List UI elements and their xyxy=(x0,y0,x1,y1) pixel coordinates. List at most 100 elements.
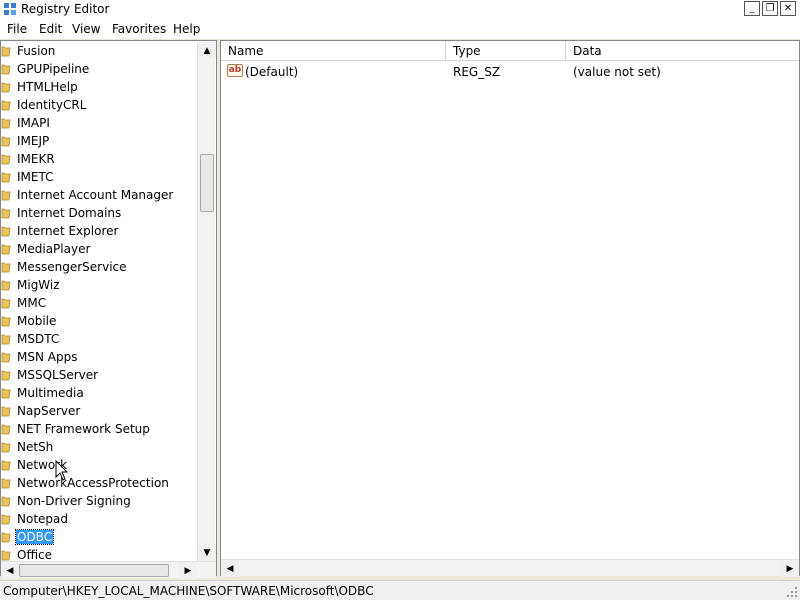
tree-item-label: Mobile xyxy=(17,314,57,328)
tree-item[interactable]: IMEKR xyxy=(1,150,197,168)
minimize-button[interactable]: _ xyxy=(744,1,760,16)
arrow-right-icon: ▶ xyxy=(786,563,794,574)
tree-item[interactable]: Internet Domains xyxy=(1,204,197,222)
tree-item[interactable]: Multimedia xyxy=(1,384,197,402)
resize-grip-icon[interactable] xyxy=(786,586,798,598)
tree-item[interactable]: GPUPipeline xyxy=(1,60,197,78)
scroll-up-button[interactable]: ▲ xyxy=(198,42,216,59)
folder-icon xyxy=(1,100,11,111)
tree-item[interactable]: NET Framework Setup xyxy=(1,420,197,438)
tree-item-label: NET Framework Setup xyxy=(17,422,150,436)
value-row[interactable]: ab (Default) REG_SZ (value not set) xyxy=(221,62,799,80)
scroll-left-button[interactable]: ◀ xyxy=(221,560,239,577)
scroll-thumb[interactable] xyxy=(19,564,169,577)
tree-item[interactable]: IMEJP xyxy=(1,132,197,150)
tree-item[interactable]: HTMLHelp xyxy=(1,78,197,96)
scroll-right-button[interactable]: ▶ xyxy=(781,560,799,577)
folder-icon xyxy=(1,532,11,543)
tree-item[interactable]: MMC xyxy=(1,294,197,312)
menu-help[interactable]: Help xyxy=(173,22,200,36)
scroll-right-button[interactable]: ▶ xyxy=(179,562,197,579)
tree-item[interactable]: MediaPlayer xyxy=(1,240,197,258)
value-type: REG_SZ xyxy=(453,65,501,79)
folder-icon xyxy=(1,118,11,129)
restore-button[interactable]: ❐ xyxy=(762,1,778,16)
tree-horizontal-scrollbar[interactable]: ◀ ▶ xyxy=(1,561,216,579)
tree-item[interactable]: MSN Apps xyxy=(1,348,197,366)
scroll-left-button[interactable]: ◀ xyxy=(1,562,19,579)
scroll-down-button[interactable]: ▼ xyxy=(198,544,216,561)
tree-item[interactable]: MessengerService xyxy=(1,258,197,276)
tree-item-label: NapServer xyxy=(17,404,81,418)
tree-item[interactable]: ODBC xyxy=(1,528,197,546)
folder-icon xyxy=(1,280,11,291)
tree-item-label: IMEKR xyxy=(17,152,55,166)
key-tree[interactable]: Fusion GPUPipeline HTMLHelp IdentityCRL IMAP… xyxy=(1,42,197,562)
folder-icon xyxy=(1,370,11,381)
folder-icon xyxy=(1,46,11,57)
status-bar: Computer\HKEY_LOCAL_MACHINE\SOFTWARE\Mic… xyxy=(0,580,800,600)
tree-item[interactable]: Mobile xyxy=(1,312,197,330)
key-tree-panel[interactable]: Fusion GPUPipeline HTMLHelp IdentityCRL IMAP… xyxy=(0,40,217,579)
folder-icon xyxy=(1,334,11,345)
tree-vertical-scrollbar[interactable]: ▲ ▼ xyxy=(197,42,216,561)
arrow-left-icon: ◀ xyxy=(6,565,14,576)
tree-item-label: MSN Apps xyxy=(17,350,78,364)
folder-icon xyxy=(1,460,11,471)
tree-item-label: Internet Account Manager xyxy=(17,188,174,202)
column-header-type[interactable]: Type xyxy=(446,41,566,61)
folder-icon xyxy=(1,172,11,183)
tree-item-label: IMEJP xyxy=(17,134,50,148)
menu-file[interactable]: File xyxy=(7,22,27,36)
tree-item[interactable]: NetworkAccessProtection xyxy=(1,474,197,492)
tree-item[interactable]: Fusion xyxy=(1,42,197,60)
tree-item[interactable]: MSSQLServer xyxy=(1,366,197,384)
tree-item[interactable]: NapServer xyxy=(1,402,197,420)
mouse-cursor-icon xyxy=(55,460,69,481)
scroll-thumb[interactable] xyxy=(200,154,214,212)
tree-item[interactable]: NetSh xyxy=(1,438,197,456)
folder-icon xyxy=(1,154,11,165)
close-icon: ✕ xyxy=(783,2,793,14)
tree-item[interactable]: MSDTC xyxy=(1,330,197,348)
tree-item-label: IMAPI xyxy=(17,116,50,130)
tree-item[interactable]: MigWiz xyxy=(1,276,197,294)
folder-icon xyxy=(1,352,11,363)
list-horizontal-scrollbar[interactable]: ◀ ▶ xyxy=(221,559,799,577)
tree-item[interactable]: IMAPI xyxy=(1,114,197,132)
folder-icon xyxy=(1,406,11,417)
tree-item[interactable]: Office xyxy=(1,546,197,562)
tree-item[interactable]: Network xyxy=(1,456,197,474)
tree-item-label: HTMLHelp xyxy=(17,80,78,94)
tree-item-label: MediaPlayer xyxy=(17,242,91,256)
tree-item[interactable]: IMETC xyxy=(1,168,197,186)
folder-icon xyxy=(1,208,11,219)
menu-view[interactable]: View xyxy=(72,22,100,36)
column-header-data[interactable]: Data xyxy=(566,41,799,61)
tree-item[interactable]: Internet Explorer xyxy=(1,222,197,240)
list-header: Name Type Data xyxy=(221,41,799,61)
tree-item-label: IMETC xyxy=(17,170,54,184)
menu-favorites[interactable]: Favorites xyxy=(112,22,166,36)
restore-icon: ❐ xyxy=(765,2,775,14)
folder-icon xyxy=(1,550,11,561)
tree-item-label: Non-Driver Signing xyxy=(17,494,131,508)
close-button[interactable]: ✕ xyxy=(780,1,796,16)
tree-item[interactable]: Notepad xyxy=(1,510,197,528)
tree-item-label: GPUPipeline xyxy=(17,62,90,76)
column-header-name[interactable]: Name xyxy=(221,41,446,61)
folder-icon xyxy=(1,442,11,453)
tree-item-label: Office xyxy=(17,548,53,562)
tree-item-label: MSSQLServer xyxy=(17,368,99,382)
tree-item[interactable]: Internet Account Manager xyxy=(1,186,197,204)
tree-item[interactable]: IdentityCRL xyxy=(1,96,197,114)
registry-editor-icon xyxy=(4,3,16,15)
menu-bar: File Edit View Favorites Help xyxy=(0,19,800,39)
value-name: (Default) xyxy=(245,65,299,79)
folder-icon xyxy=(1,190,11,201)
value-list-panel[interactable]: Name Type Data ab (Default) REG_SZ (valu… xyxy=(220,40,800,577)
tree-item-label: Multimedia xyxy=(17,386,84,400)
tree-item[interactable]: Non-Driver Signing xyxy=(1,492,197,510)
menu-edit[interactable]: Edit xyxy=(39,22,62,36)
folder-icon xyxy=(1,226,11,237)
